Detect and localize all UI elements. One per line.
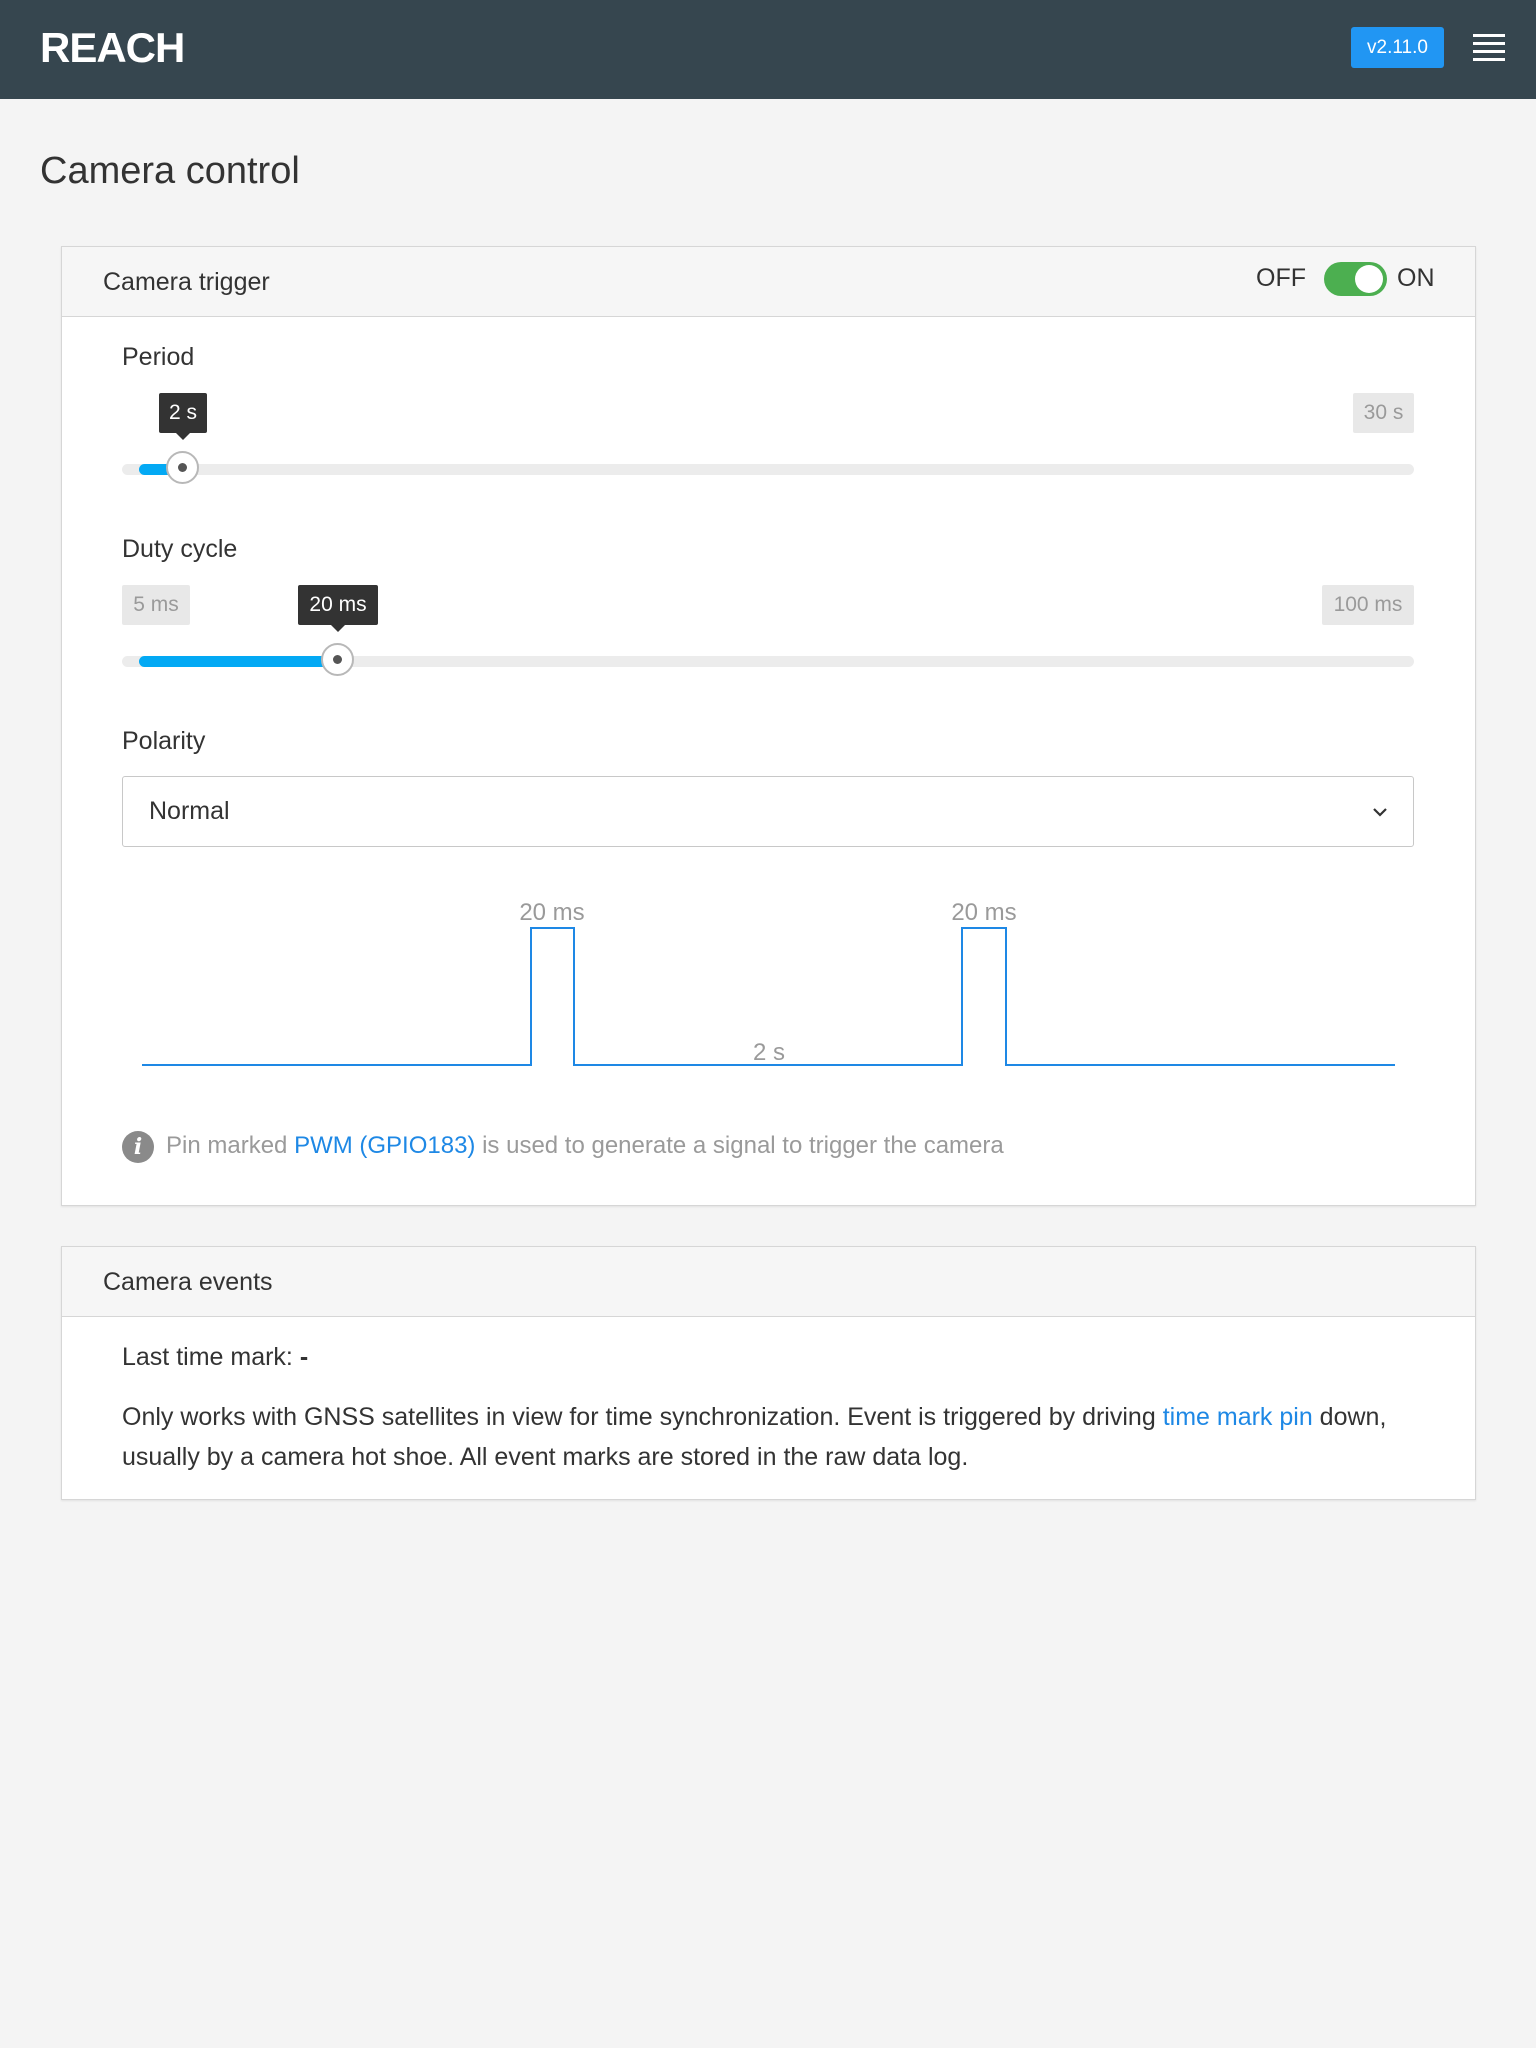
duty-cycle-label: Duty cycle [122,535,238,563]
pin-info-text: Pin marked PWM (GPIO183) is used to gene… [166,1132,1004,1160]
waveform-pulse-label-1: 20 ms [519,899,584,926]
info-icon: i [122,1131,154,1163]
trigger-waveform: 20 ms 20 ms 2 s [142,899,1395,1066]
camera-events-header: Camera events [62,1247,1475,1317]
pin-info-text-after: is used to generate a signal to trigger … [475,1132,1004,1159]
camera-trigger-header: Camera trigger OFF ON [62,247,1475,317]
polarity-selected-value: Normal [149,797,230,825]
top-bar: REACH v2.11.0 [0,0,1536,99]
toggle-off-label: OFF [1256,264,1306,292]
duty-cycle-value-tooltip: 20 ms [298,585,378,632]
events-desc-before: Only works with GNSS satellites in view … [122,1403,1163,1431]
period-slider-thumb[interactable] [166,451,199,484]
reach-logo: REACH [40,24,185,71]
duty-cycle-min-label: 5 ms [122,585,190,625]
pin-info-text-before: Pin marked [166,1132,295,1159]
camera-events-card: Camera events Last time mark: - Only wor… [61,1246,1476,1500]
last-time-mark-value: - [299,1343,309,1371]
camera-trigger-title: Camera trigger [103,268,270,296]
waveform-pulse-label-2: 20 ms [951,899,1016,926]
duty-cycle-slider-fill [139,656,338,667]
period-slider[interactable] [122,451,1414,484]
pwm-pin-link[interactable]: PWM (GPIO183) [294,1132,475,1159]
waveform-period-label: 2 s [753,1039,785,1066]
last-time-mark-label: Last time mark: [122,1343,300,1371]
camera-events-title: Camera events [103,1268,273,1296]
duty-cycle-slider[interactable] [122,643,1414,676]
time-mark-pin-link[interactable]: time mark pin [1163,1403,1313,1431]
toggle-knob [1355,265,1383,293]
camera-trigger-toggle[interactable] [1324,262,1387,296]
toggle-on-label: ON [1397,264,1435,292]
chevron-down-icon [1373,808,1387,817]
version-badge: v2.11.0 [1351,27,1444,68]
camera-trigger-card: Camera trigger OFF ON Period 2 s 30 s Du… [61,246,1476,1206]
hamburger-menu-icon[interactable] [1473,34,1505,61]
camera-events-description: Only works with GNSS satellites in view … [122,1397,1422,1477]
duty-cycle-max-label: 100 ms [1322,585,1414,625]
period-label: Period [122,343,195,371]
page-title: Camera control [40,150,300,192]
last-time-mark: Last time mark: - [122,1343,308,1372]
duty-cycle-slider-thumb[interactable] [321,643,354,676]
period-max-label: 30 s [1353,393,1414,433]
period-value-tooltip: 2 s [159,393,207,440]
polarity-label: Polarity [122,727,206,755]
polarity-select[interactable]: Normal [122,776,1414,847]
